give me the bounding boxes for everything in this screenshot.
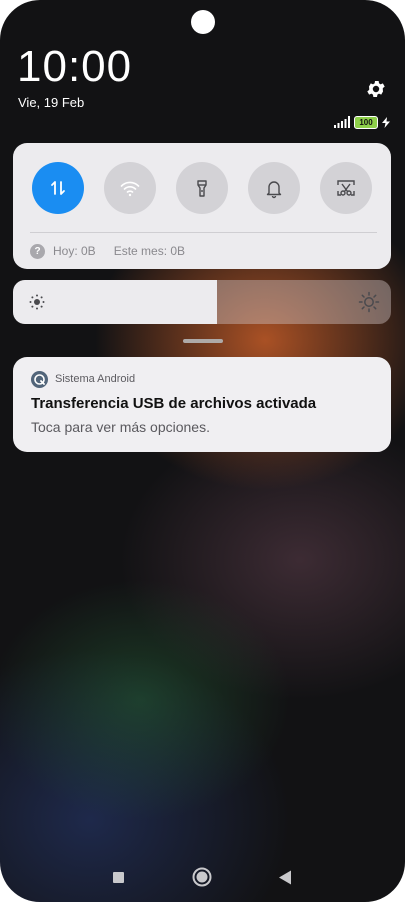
phone-screen: 10:00 Vie, 19 Feb 100 ? Hoy: 0B Este mes…: [0, 0, 405, 902]
data-usage-today: Hoy: 0B: [53, 244, 96, 258]
android-system-icon: [31, 371, 48, 388]
tile-screenshot[interactable]: [320, 162, 372, 214]
wifi-icon: [120, 181, 140, 197]
front-camera: [191, 10, 215, 34]
data-transfer-icon: [51, 181, 65, 195]
notification-body: Toca para ver más opciones.: [31, 419, 210, 435]
notification-app-name: Sistema Android: [55, 373, 136, 385]
tile-flashlight[interactable]: [176, 162, 228, 214]
tile-sound[interactable]: [248, 162, 300, 214]
question-icon: ?: [30, 243, 45, 259]
battery-icon: 100: [354, 115, 378, 129]
tile-mobile-data[interactable]: [32, 162, 84, 214]
notification-title: Transferencia USB de archivos activada: [31, 395, 317, 412]
data-usage[interactable]: ? Hoy: 0B Este mes: 0B: [30, 242, 185, 260]
status-icons: 100: [334, 115, 390, 129]
home-button[interactable]: [192, 867, 212, 887]
brightness-slider[interactable]: [13, 280, 391, 324]
data-usage-month: Este mes: 0B: [113, 244, 186, 258]
tile-wifi[interactable]: [104, 162, 156, 214]
drag-handle[interactable]: [183, 339, 223, 343]
brightness-low-icon: [29, 294, 45, 310]
charging-icon: [382, 116, 390, 128]
scissors-icon: [337, 180, 355, 196]
flashlight-icon: [197, 180, 207, 197]
signal-icon: [334, 116, 350, 128]
brightness-high-icon: [358, 291, 380, 313]
date: Vie, 19 Feb: [18, 95, 85, 110]
recents-button[interactable]: [113, 872, 124, 883]
back-button[interactable]: [278, 870, 292, 885]
clock: 10:00: [17, 42, 133, 91]
quick-settings-divider: [30, 232, 377, 233]
gear-icon[interactable]: [365, 78, 387, 100]
bell-icon: [266, 181, 282, 199]
